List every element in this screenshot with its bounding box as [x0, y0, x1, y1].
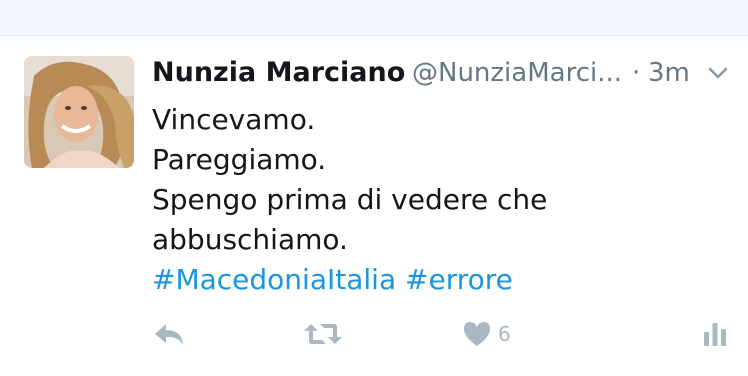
tweet-text-line: Spengo prima di vedere che: [152, 183, 548, 216]
tweet-card[interactable]: Nunzia Marciano @NunziaMarci... · 3m Vin…: [0, 36, 748, 376]
tweet-text-line: Pareggiamo.: [152, 143, 327, 176]
display-name[interactable]: Nunzia Marciano: [152, 54, 405, 92]
hashtag-link[interactable]: #errore: [405, 263, 513, 296]
tweet-text-line: abbuschiamo.: [152, 223, 348, 256]
reply-icon: [155, 324, 183, 345]
user-handle[interactable]: @NunziaMarci...: [412, 54, 624, 92]
like-count: 6: [498, 322, 511, 346]
hashtag-line: #MacedoniaItalia #errore: [152, 260, 732, 300]
header-separator: ·: [632, 58, 641, 88]
previous-tweet-divider: [0, 0, 748, 36]
analytics-icon: [704, 323, 726, 346]
retweet-button[interactable]: [302, 316, 344, 352]
hashtag-link[interactable]: #MacedoniaItalia: [152, 263, 396, 296]
tweet-header: Nunzia Marciano @NunziaMarci... · 3m: [152, 54, 732, 94]
tweet-text-line: Vincevamo.: [152, 103, 316, 136]
tweet-actions: 6: [0, 316, 748, 356]
timestamp[interactable]: 3m: [648, 54, 690, 92]
retweet-icon: [304, 324, 342, 344]
reply-button[interactable]: [152, 316, 186, 352]
like-button[interactable]: 6: [462, 316, 511, 352]
chevron-down-icon[interactable]: [707, 64, 729, 82]
analytics-button[interactable]: [702, 316, 728, 352]
avatar[interactable]: [24, 56, 134, 168]
heart-icon: [464, 322, 490, 346]
tweet-text: Vincevamo. Pareggiamo. Spengo prima di v…: [152, 100, 732, 300]
